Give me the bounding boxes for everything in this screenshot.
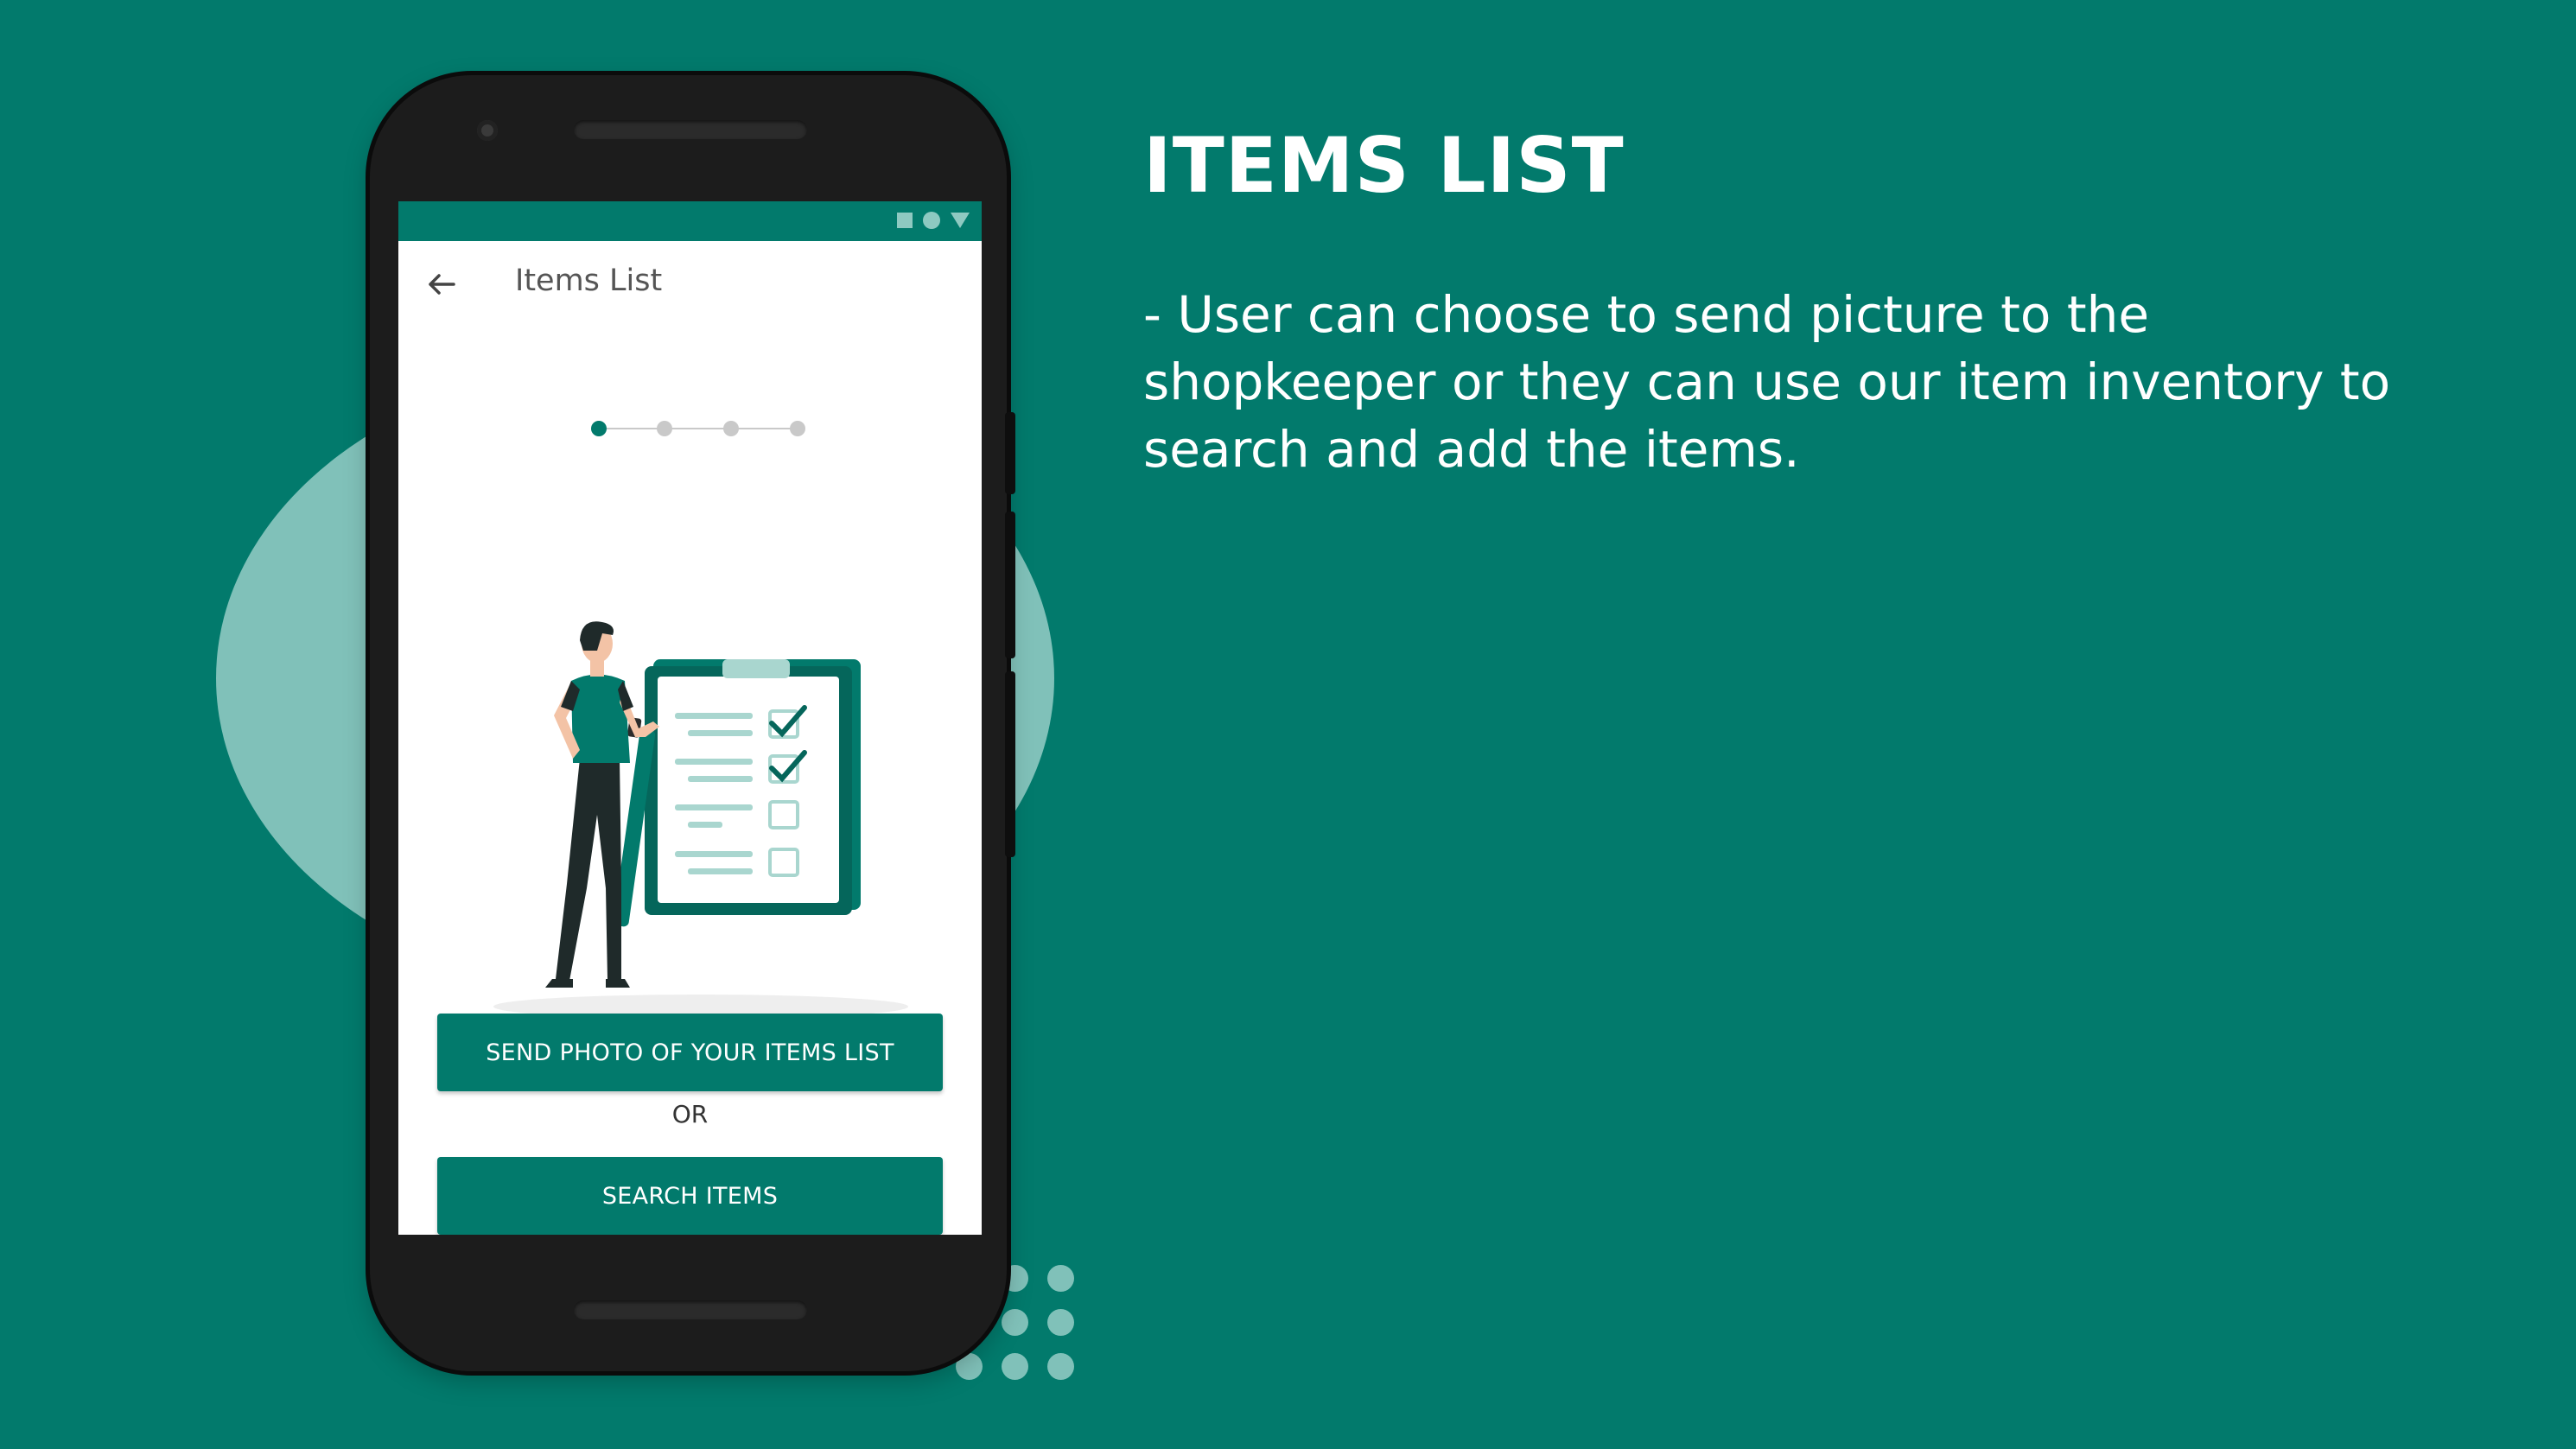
square-icon <box>897 213 913 228</box>
bottom-speaker <box>574 1300 807 1319</box>
triangle-icon <box>951 213 970 228</box>
status-bar <box>398 201 982 241</box>
app-bar: Items List <box>398 241 982 327</box>
send-photo-button[interactable]: SEND PHOTO OF YOUR ITEMS LIST <box>437 1014 943 1091</box>
phone-side-button <box>1005 412 1015 494</box>
phone-side-button <box>1005 671 1015 857</box>
stepper-line <box>600 428 798 429</box>
earpiece-speaker <box>574 120 807 139</box>
stepper-step-2 <box>657 421 672 436</box>
stepper-step-4 <box>790 421 805 436</box>
page-title: Items List <box>515 264 663 298</box>
search-items-button[interactable]: SEARCH ITEMS <box>437 1157 943 1235</box>
slide-heading: ITEMS LIST <box>1143 121 1625 210</box>
progress-stepper <box>591 420 805 437</box>
stepper-step-1 <box>591 421 607 436</box>
circle-icon <box>923 212 940 229</box>
phone-mockup: Items List SEND PHOTO OF YOUR ITEMS LIST… <box>370 75 1015 1371</box>
stepper-step-3 <box>723 421 739 436</box>
phone-side-button <box>1005 512 1015 658</box>
slide-description: - User can choose to send picture to the… <box>1143 285 2391 479</box>
or-label: OR <box>671 1100 709 1128</box>
person-with-checklist-illustration <box>476 530 917 1031</box>
front-camera <box>477 120 498 141</box>
phone-screen: Items List SEND PHOTO OF YOUR ITEMS LIST… <box>398 201 982 1235</box>
arrow-left-icon[interactable] <box>423 265 461 303</box>
